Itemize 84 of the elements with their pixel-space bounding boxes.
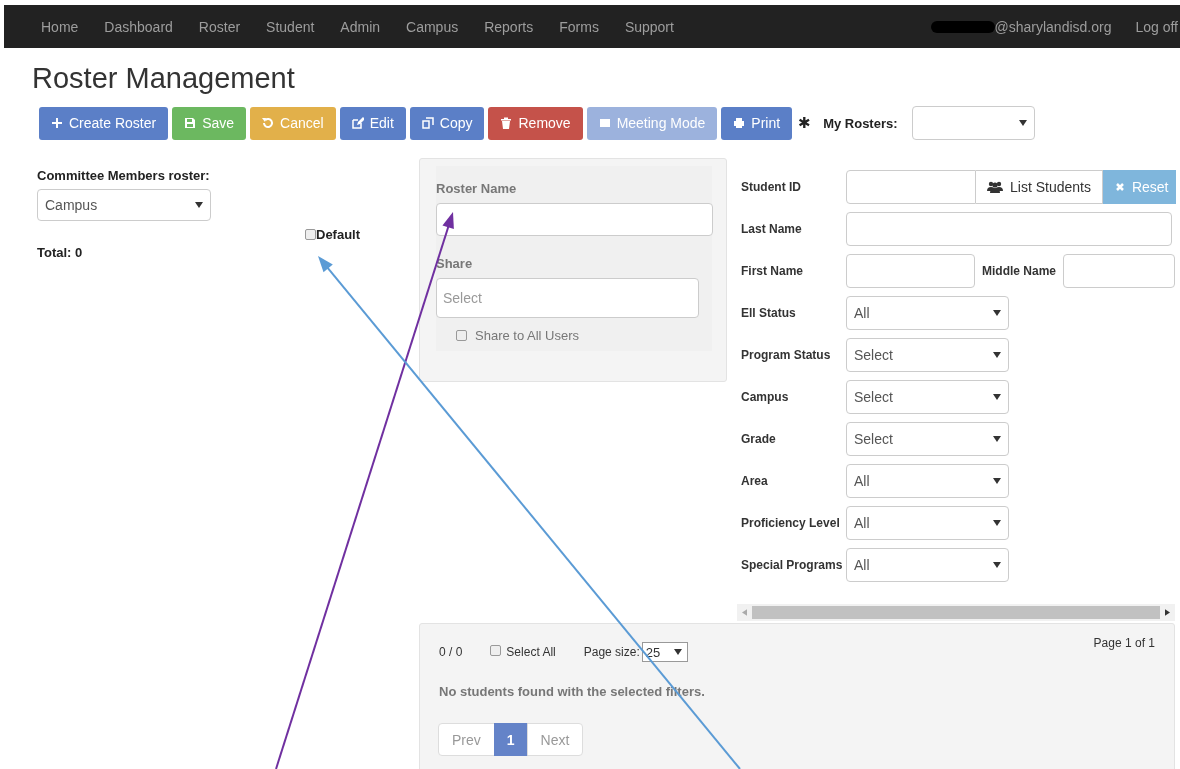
student-id-field[interactable] bbox=[846, 170, 976, 204]
nav-link[interactable]: Reports bbox=[471, 18, 547, 35]
filter-select[interactable]: All bbox=[846, 464, 1009, 498]
scroll-left-icon[interactable] bbox=[742, 609, 747, 616]
caret-icon bbox=[993, 520, 1001, 526]
filter-select[interactable]: All bbox=[846, 506, 1009, 540]
nav-link[interactable]: Roster bbox=[185, 18, 254, 35]
users-icon bbox=[987, 181, 1003, 193]
my-rosters-label: My Rosters: bbox=[823, 115, 898, 131]
user-email: @sharylandisd.org bbox=[994, 18, 1113, 35]
filter-select[interactable]: All bbox=[846, 548, 1009, 582]
nav-link[interactable]: Admin bbox=[327, 18, 394, 35]
nav-link[interactable]: Dashboard bbox=[91, 18, 186, 35]
nav-link[interactable]: Campus bbox=[393, 18, 472, 35]
logout-link[interactable]: Log off bbox=[1135, 18, 1178, 35]
last-name-label: Last Name bbox=[741, 222, 803, 236]
filter-label: Proficiency Level bbox=[741, 516, 841, 530]
last-name-field[interactable] bbox=[846, 212, 1172, 246]
list-students-button[interactable]: List Students bbox=[976, 170, 1103, 204]
share-all-checkbox[interactable] bbox=[456, 330, 467, 341]
filter-label: Program Status bbox=[741, 348, 832, 362]
roster-name-label: Roster Name bbox=[436, 181, 518, 196]
filter-select[interactable]: All bbox=[846, 296, 1009, 330]
filter-select[interactable]: Select bbox=[846, 338, 1009, 372]
horizontal-scrollbar[interactable] bbox=[737, 604, 1175, 621]
nav-link[interactable]: Forms bbox=[546, 18, 612, 35]
caret-icon bbox=[993, 562, 1001, 568]
filter-select[interactable]: Select bbox=[846, 422, 1009, 456]
filter-label: Ell Status bbox=[741, 306, 797, 320]
committee-label: Committee Members roster: bbox=[37, 168, 211, 183]
required-marker: ✱ bbox=[798, 114, 812, 132]
my-rosters-select[interactable] bbox=[911, 106, 1035, 140]
pencil-icon bbox=[351, 117, 364, 129]
caret-icon bbox=[993, 436, 1001, 442]
first-name-label: First Name bbox=[741, 264, 805, 278]
page-size-label: Page size: bbox=[583, 645, 640, 659]
filter-label: Area bbox=[741, 474, 769, 488]
share-field[interactable]: Select bbox=[436, 278, 699, 318]
total-label: Total: 0 bbox=[37, 245, 84, 260]
default-label: Default bbox=[316, 227, 361, 242]
create-button[interactable]: Create Roster bbox=[39, 106, 169, 140]
select-all-label: Select All bbox=[506, 645, 556, 659]
caret-icon bbox=[1018, 120, 1027, 126]
caret-icon bbox=[993, 352, 1001, 358]
share-all-label: Share to All Users bbox=[475, 328, 580, 343]
page-size-select[interactable]: 25 bbox=[641, 642, 689, 662]
plus-icon bbox=[51, 117, 63, 129]
caret-icon bbox=[195, 202, 203, 208]
nav-link[interactable]: Home bbox=[28, 18, 92, 35]
close-icon bbox=[1114, 182, 1125, 192]
first-name-field[interactable] bbox=[846, 254, 975, 288]
default-checkbox[interactable] bbox=[305, 229, 316, 240]
result-count: 0 / 0 bbox=[439, 645, 463, 659]
caret-icon bbox=[993, 394, 1001, 400]
page-info: Page 1 of 1 bbox=[1093, 636, 1155, 650]
remove-button[interactable]: Remove bbox=[488, 106, 583, 140]
copy-button[interactable]: Copy bbox=[409, 106, 485, 140]
middle-name-label: Middle Name bbox=[982, 264, 1056, 278]
caret-icon bbox=[993, 310, 1001, 316]
copy-icon bbox=[421, 117, 434, 129]
trash-icon bbox=[500, 117, 513, 129]
edit-button[interactable]: Edit bbox=[339, 106, 406, 140]
page-title: Roster Management bbox=[32, 62, 296, 95]
printer-icon bbox=[733, 117, 746, 129]
nav-link[interactable]: Support bbox=[611, 18, 687, 35]
filter-label: Grade bbox=[741, 432, 777, 446]
scroll-right-icon[interactable] bbox=[1165, 609, 1170, 616]
caret-icon bbox=[674, 649, 683, 655]
card-icon bbox=[598, 117, 611, 129]
student-id-label: Student ID bbox=[741, 180, 802, 194]
caret-icon bbox=[993, 478, 1001, 484]
middle-name-field[interactable] bbox=[1063, 254, 1175, 288]
committee-select[interactable]: Campus bbox=[37, 189, 211, 221]
filter-label: Campus bbox=[741, 390, 790, 404]
page-button[interactable]: 1 bbox=[493, 723, 528, 756]
nav-link[interactable]: Student bbox=[253, 18, 328, 35]
select-all-checkbox[interactable] bbox=[490, 644, 502, 656]
undo-icon bbox=[262, 117, 275, 129]
redaction-mark bbox=[930, 20, 995, 33]
filter-label: Special Programs bbox=[741, 558, 844, 572]
print-button[interactable]: Print bbox=[721, 106, 793, 140]
roster-name-field[interactable] bbox=[436, 203, 713, 236]
floppy-icon bbox=[184, 117, 197, 129]
filter-select[interactable]: Select bbox=[846, 380, 1009, 414]
